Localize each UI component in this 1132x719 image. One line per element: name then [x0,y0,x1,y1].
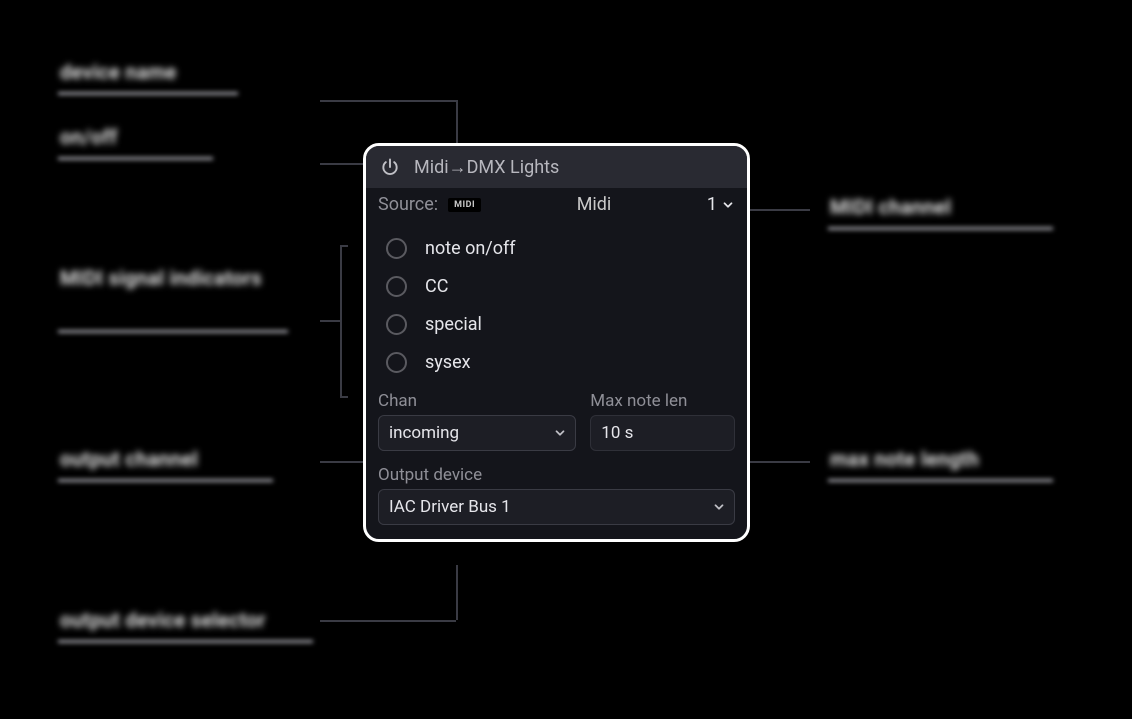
max-note-len-input[interactable]: 10 s [590,415,735,451]
chan-select[interactable]: incoming [378,415,576,451]
max-note-len-value: 10 s [601,423,633,443]
annotation-connector [456,565,458,620]
annotation-rule [828,479,1053,482]
annotation-rule [58,640,313,643]
midi-badge: MIDI [448,198,481,212]
signal-label: CC [425,276,448,297]
list-item: note on/off [386,229,743,267]
field-row: Chan incoming Max note len 10 s [366,387,747,461]
annotation-connector [340,245,342,398]
output-device-select[interactable]: IAC Driver Bus 1 [378,489,735,525]
chevron-down-icon [721,198,735,212]
midi-channel-select[interactable]: 1 [707,194,735,215]
max-note-len-label: Max note len [590,391,735,411]
list-item: special [386,305,743,343]
annotation-connector [456,100,458,143]
source-label: Source: [378,194,438,215]
annotation-label: MIDI signal indicators [60,265,262,291]
panel-header: Midi→DMX Lights [366,146,747,188]
source-name: Midi [491,194,697,215]
annotation-rule [828,227,1053,230]
annotation-label: output channel [60,447,198,471]
signal-indicator-icon [386,238,407,259]
panel-title: Midi→DMX Lights [414,157,559,178]
annotation-connector [340,245,348,247]
annotation-connector [320,620,456,622]
annotation-label: MIDI channel [830,195,951,219]
list-item: CC [386,267,743,305]
output-device-field: Output device IAC Driver Bus 1 [378,465,735,525]
signal-indicator-icon [386,314,407,335]
annotation-label: output device selector [60,608,266,632]
signal-indicator-icon [386,352,407,373]
chevron-down-icon [553,426,567,440]
annotation-connector [750,209,810,211]
signal-label: special [425,314,482,335]
signal-label: note on/off [425,238,516,259]
chan-value: incoming [389,423,459,443]
output-device-value: IAC Driver Bus 1 [389,497,511,517]
annotation-label: device name [60,60,177,84]
signal-indicator-icon [386,276,407,297]
midi-signal-list: note on/off CC special sysex [366,221,747,387]
list-item: sysex [386,343,743,381]
power-icon[interactable] [380,157,400,177]
annotation-rule [58,479,273,482]
chan-field: Chan incoming [378,391,576,451]
annotation-connector [750,461,810,463]
midi-channel-value: 1 [707,194,717,215]
annotation-rule [58,157,213,160]
annotation-connector [320,100,456,102]
annotation-connector [320,461,363,463]
annotation-connector [320,320,340,322]
annotation-connector [320,163,363,165]
annotation-label: max note length [830,447,979,471]
max-note-len-field: Max note len 10 s [590,391,735,451]
annotation-rule [58,92,238,95]
signal-label: sysex [425,352,471,373]
annotation-label: on/off [60,125,117,149]
chan-label: Chan [378,391,576,411]
chevron-down-icon [712,500,726,514]
source-row: Source: MIDI Midi 1 [366,188,747,221]
annotation-connector [340,396,348,398]
midi-device-panel: Midi→DMX Lights Source: MIDI Midi 1 note… [363,143,750,542]
annotation-rule [58,330,288,333]
output-device-label: Output device [378,465,735,485]
field-row: Output device IAC Driver Bus 1 [366,461,747,539]
